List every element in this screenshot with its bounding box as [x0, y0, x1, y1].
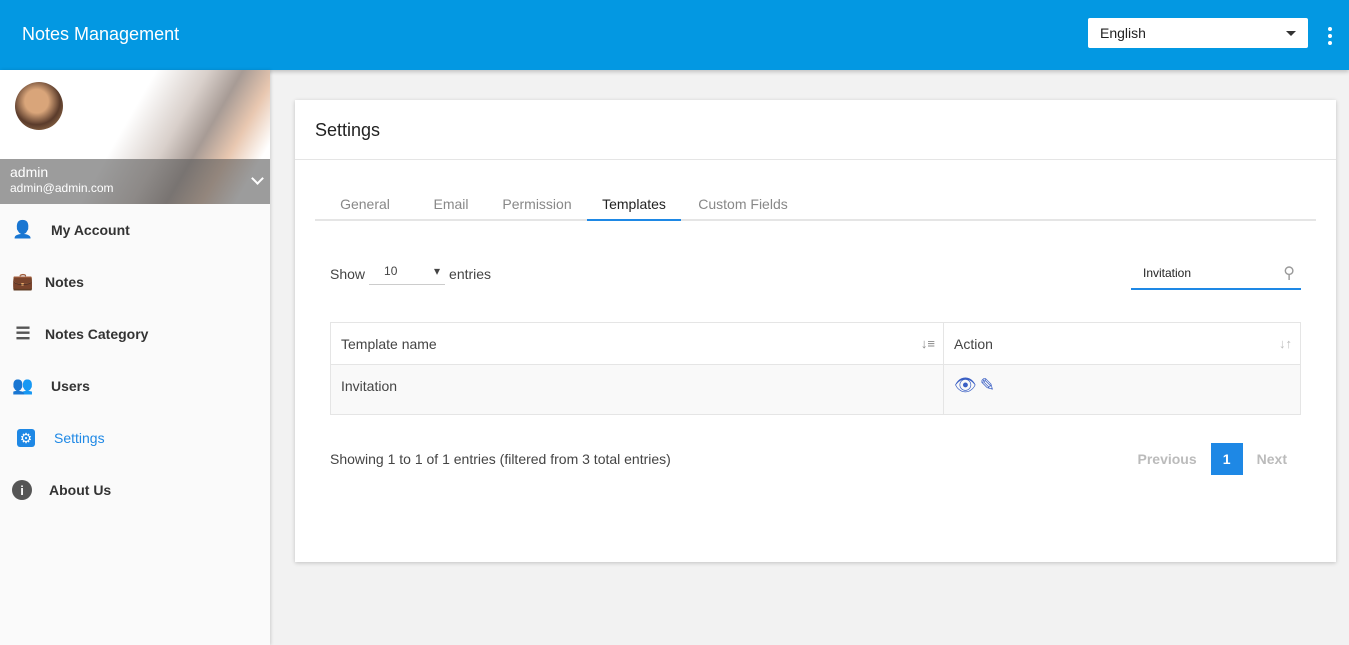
profile-header: admin admin@admin.com: [0, 70, 270, 204]
next-button[interactable]: Next: [1243, 451, 1301, 467]
tab-email[interactable]: Email: [415, 186, 487, 221]
caret-down-icon: [1286, 31, 1296, 36]
pagination: Previous 1 Next: [1124, 443, 1302, 475]
tab-templates[interactable]: Templates: [587, 186, 681, 221]
pencil-icon[interactable]: ✎: [980, 375, 995, 395]
sidebar-item-label: My Account: [51, 222, 130, 238]
templates-table: Template name ↓≡ Action ↓↑ Invitation 👁 ✎: [330, 322, 1301, 415]
app-title: Notes Management: [22, 24, 180, 44]
sidebar-item-notes-category[interactable]: ☰ Notes Category: [0, 308, 270, 360]
page-1-button[interactable]: 1: [1210, 443, 1243, 475]
briefcase-icon: 💼: [12, 272, 34, 291]
sidebar-item-label: Notes: [45, 274, 84, 290]
users-icon: 👥: [12, 376, 34, 395]
sort-asc-icon: ↓≡: [920, 336, 935, 351]
table-header-row: Template name ↓≡ Action ↓↑: [330, 322, 1301, 365]
entries-select[interactable]: 10: [369, 263, 446, 285]
search-icon[interactable]: ⚲: [1283, 263, 1295, 283]
sidebar-item-label: Users: [51, 378, 90, 394]
page-title: Settings: [295, 100, 1336, 160]
sidebar: admin admin@admin.com 👤 My Account 💼 Notes…: [0, 70, 270, 645]
column-template-name[interactable]: Template name ↓≡: [330, 322, 944, 365]
more-vert-icon[interactable]: [1326, 27, 1334, 45]
gear-icon: ⚙: [17, 429, 35, 447]
top-bar: Notes Management English: [0, 0, 1349, 70]
tab-permission[interactable]: Permission: [487, 186, 587, 221]
settings-card: Settings General Email Permission Templa…: [295, 100, 1336, 562]
user-menu-toggle[interactable]: admin admin@admin.com: [0, 159, 270, 204]
show-label: Show: [330, 266, 366, 282]
sidebar-item-label: Settings: [54, 430, 105, 446]
eye-icon[interactable]: 👁: [954, 375, 977, 395]
sort-icon: ↓↑: [1279, 336, 1292, 351]
sidebar-item-label: About Us: [49, 482, 112, 498]
sidebar-item-my-account[interactable]: 👤 My Account: [0, 204, 270, 256]
template-name-cell: Invitation: [330, 364, 944, 415]
info-icon: i: [12, 480, 32, 500]
sidebar-item-notes[interactable]: 💼 Notes: [0, 256, 270, 308]
sidebar-item-label: Notes Category: [45, 326, 149, 342]
sidebar-item-users[interactable]: 👥 Users: [0, 360, 270, 412]
table-row: Invitation 👁 ✎: [330, 364, 1301, 415]
language-select[interactable]: English: [1088, 18, 1308, 48]
column-label: Template name: [341, 335, 437, 352]
entries-length: Show 10 entries: [330, 263, 491, 285]
column-action[interactable]: Action ↓↑: [943, 322, 1301, 365]
avatar: [15, 82, 63, 130]
person-icon: 👤: [12, 220, 34, 239]
settings-tabs: General Email Permission Templates Custo…: [315, 186, 1316, 221]
tab-custom-fields[interactable]: Custom Fields: [681, 186, 805, 221]
user-email: admin@admin.com: [10, 181, 114, 195]
table-info: Showing 1 to 1 of 1 entries (filtered fr…: [330, 451, 671, 467]
column-label: Action: [954, 335, 993, 352]
action-cell: 👁 ✎: [943, 364, 1301, 415]
sidebar-item-settings[interactable]: ⚙ Settings: [0, 412, 270, 464]
entries-label: entries: [449, 266, 492, 282]
language-value: English: [1100, 25, 1146, 41]
tab-general[interactable]: General: [315, 186, 415, 221]
sidebar-item-about-us[interactable]: i About Us: [0, 464, 270, 516]
category-icon: ☰: [15, 324, 31, 343]
search-input[interactable]: Invitation ⚲: [1131, 260, 1301, 290]
search-value: Invitation: [1143, 266, 1192, 280]
user-name: admin: [10, 164, 49, 180]
previous-button[interactable]: Previous: [1124, 451, 1211, 467]
